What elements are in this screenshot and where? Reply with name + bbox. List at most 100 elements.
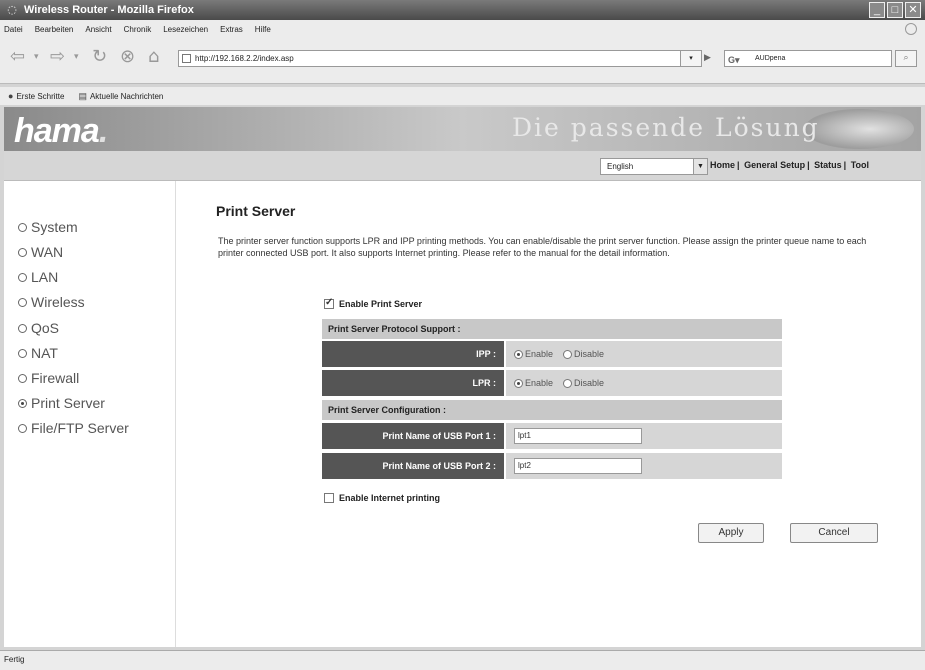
radio-icon xyxy=(18,348,27,358)
search-value: AUDpena xyxy=(755,55,786,62)
usb-port-1-row: Print Name of USB Port 1 : lpt1 xyxy=(322,423,782,449)
usb-port-2-input[interactable]: lpt2 xyxy=(514,458,642,474)
search-engine-icon[interactable]: G▾ xyxy=(728,53,740,68)
sidebar-item-label: Firewall xyxy=(31,370,80,386)
back-icon[interactable]: ⇦ xyxy=(10,46,25,68)
address-url: http://192.168.2.2/index.asp xyxy=(195,54,294,63)
logo-text: hama xyxy=(14,112,100,150)
nav-tool[interactable]: Tool xyxy=(851,160,869,170)
enable-print-server-checkbox[interactable] xyxy=(324,297,334,309)
search-box[interactable]: G▾ AUDpena xyxy=(724,50,892,67)
lpr-enable-option[interactable]: Enable xyxy=(514,378,553,388)
main-content: Print Server The printer server function… xyxy=(176,181,921,647)
nav-status[interactable]: Status xyxy=(814,160,842,170)
chevron-down-icon: ▼ xyxy=(693,159,707,174)
bookmark-label: Aktuelle Nachrichten xyxy=(89,91,164,101)
web-page: hama. Die passende Lösung English ▼ Home… xyxy=(4,107,921,647)
nav-home[interactable]: Home xyxy=(710,160,735,170)
lpr-disable-option[interactable]: Disable xyxy=(563,378,604,388)
firefox-icon: ◌ xyxy=(7,3,17,16)
sidebar-item-print-server[interactable]: Print Server xyxy=(18,395,105,411)
navigation-toolbar: ⇦ ▾ ⇨ ▾ ↻ ⊗ ⌂ http://192.168.2.2/index.a… xyxy=(0,38,925,84)
radio-icon xyxy=(18,272,27,282)
forward-dropdown-icon[interactable]: ▾ xyxy=(74,46,79,68)
sidebar-item-firewall[interactable]: Firewall xyxy=(18,370,79,386)
usb-port-1-input[interactable]: lpt1 xyxy=(514,428,642,444)
sidebar-item-label: System xyxy=(31,219,78,235)
back-dropdown-icon[interactable]: ▾ xyxy=(34,46,39,68)
bookmark-aktuelle-nachrichten[interactable]: ▤ Aktuelle Nachrichten xyxy=(78,91,163,102)
sidebar: System WAN LAN Wireless QoS NAT Firewall… xyxy=(4,181,176,647)
apply-button[interactable]: Apply xyxy=(698,523,764,543)
sidebar-item-file-ftp-server[interactable]: File/FTP Server xyxy=(18,420,129,436)
forward-icon[interactable]: ⇨ xyxy=(50,46,65,68)
sidebar-item-qos[interactable]: QoS xyxy=(18,320,59,336)
radio-icon[interactable] xyxy=(563,378,573,388)
window-controls: _ □ ✕ xyxy=(869,2,921,18)
sidebar-item-label: QoS xyxy=(31,320,60,336)
nav-general-setup[interactable]: General Setup xyxy=(744,160,805,170)
router-subheader: English ▼ Home | General Setup | Status | T… xyxy=(4,151,921,181)
sidebar-item-wan[interactable]: WAN xyxy=(18,244,63,260)
rss-feed-icon: ▤ xyxy=(78,90,87,101)
radio-selected-icon[interactable] xyxy=(514,349,523,359)
enable-internet-printing-label: Enable Internet printing xyxy=(339,493,441,503)
bookmark-label: Erste Schritte xyxy=(16,91,65,101)
logo-dot: . xyxy=(98,112,109,150)
sidebar-item-wireless[interactable]: Wireless xyxy=(18,294,85,310)
bookmarks-bar: ● Erste Schritte ▤ Aktuelle Nachrichten xyxy=(0,87,925,105)
radio-icon xyxy=(18,297,27,307)
radio-icon xyxy=(18,423,27,433)
close-icon[interactable]: ✕ xyxy=(905,2,921,18)
ipp-label: IPP : xyxy=(322,341,504,367)
go-icon[interactable]: ▶ xyxy=(704,50,720,67)
menu-item-datei[interactable]: Datei xyxy=(4,25,23,34)
firefox-bookmark-icon: ● xyxy=(8,91,14,101)
bookmark-erste-schritte[interactable]: ● Erste Schritte xyxy=(8,91,64,101)
ipp-options: Enable Disable xyxy=(506,341,782,367)
enable-print-server[interactable]: Enable Print Server xyxy=(324,297,423,309)
radio-icon xyxy=(18,222,27,232)
maximize-icon[interactable]: □ xyxy=(887,2,903,18)
ipp-disable-label: Disable xyxy=(574,349,605,359)
cancel-button[interactable]: Cancel xyxy=(790,523,878,543)
menu-item-extras[interactable]: Extras xyxy=(220,25,243,34)
slogan: Die passende Lösung xyxy=(512,113,820,142)
radio-selected-icon[interactable] xyxy=(514,378,523,388)
usb-port-2-row: Print Name of USB Port 2 : lpt2 xyxy=(322,453,782,479)
sidebar-item-label: WAN xyxy=(31,244,64,260)
ipp-disable-option[interactable]: Disable xyxy=(563,349,604,359)
reload-icon[interactable]: ↻ xyxy=(92,46,107,68)
menu-item-ansicht[interactable]: Ansicht xyxy=(85,25,111,34)
enable-internet-printing[interactable]: Enable Internet printing xyxy=(324,493,440,503)
menu-item-hilfe[interactable]: Hilfe xyxy=(255,25,271,34)
search-icon[interactable]: ⌕ xyxy=(895,50,917,67)
menu-item-bearbeiten[interactable]: Bearbeiten xyxy=(35,25,74,34)
home-icon[interactable]: ⌂ xyxy=(148,46,159,68)
radio-icon xyxy=(18,247,27,257)
ipp-enable-option[interactable]: Enable xyxy=(514,349,553,359)
sidebar-item-lan[interactable]: LAN xyxy=(18,269,58,285)
sidebar-item-label: File/FTP Server xyxy=(31,420,129,436)
language-value: English xyxy=(607,162,634,171)
globe-graphic xyxy=(804,109,914,149)
enable-print-server-label: Enable Print Server xyxy=(339,299,423,309)
stop-icon[interactable]: ⊗ xyxy=(120,46,135,68)
sidebar-item-system[interactable]: System xyxy=(18,219,78,235)
page-description: The printer server function supports LPR… xyxy=(218,236,867,258)
status-bar: Fertig xyxy=(0,650,925,670)
sidebar-item-label: Print Server xyxy=(31,395,105,411)
config-section-header: Print Server Configuration : xyxy=(322,400,782,420)
url-dropdown-icon[interactable]: ▾ xyxy=(680,50,702,67)
enable-internet-printing-checkbox[interactable] xyxy=(324,493,334,503)
menu-item-lesezeichen[interactable]: Lesezeichen xyxy=(163,25,208,34)
usb-port-1-cell: lpt1 xyxy=(506,423,782,449)
language-select[interactable]: English ▼ xyxy=(600,158,708,175)
minimize-icon[interactable]: _ xyxy=(869,2,885,18)
address-bar[interactable]: http://192.168.2.2/index.asp xyxy=(178,50,684,67)
menu-item-chronik[interactable]: Chronik xyxy=(124,25,152,34)
status-text: Fertig xyxy=(4,655,25,664)
lpr-label: LPR : xyxy=(322,370,504,396)
sidebar-item-nat[interactable]: NAT xyxy=(18,345,58,361)
radio-icon[interactable] xyxy=(563,349,573,359)
